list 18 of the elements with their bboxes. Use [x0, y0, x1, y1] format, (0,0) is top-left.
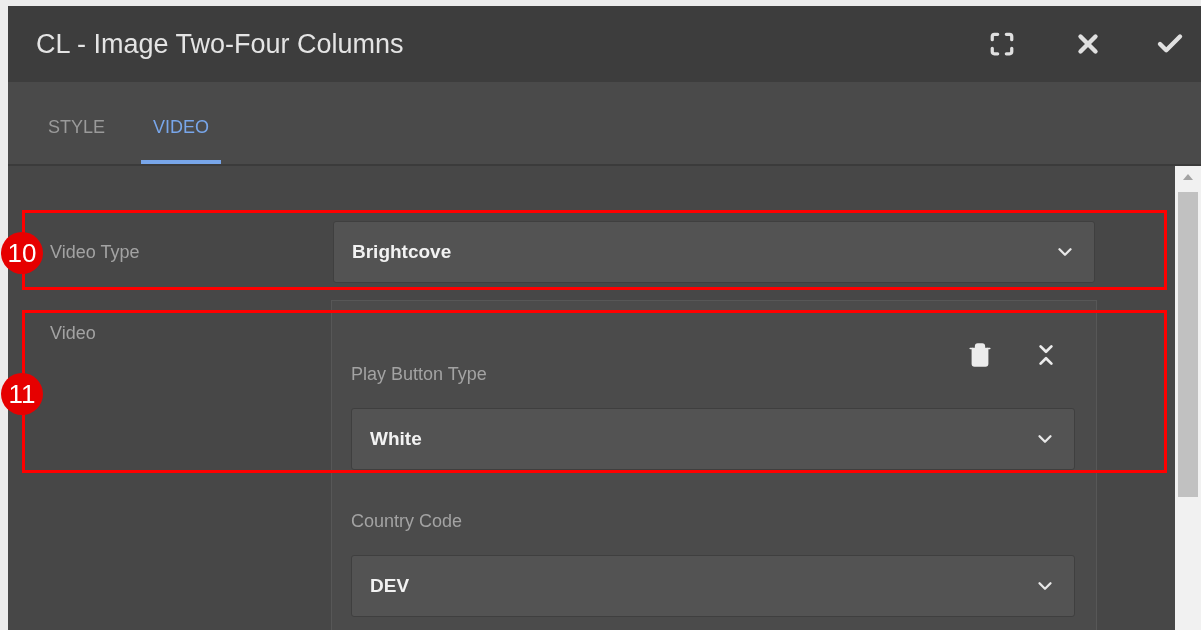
dialog-title: CL - Image Two-Four Columns [36, 27, 405, 61]
dropdown-select[interactable]: Brightcove [333, 221, 1095, 283]
select-value: Brightcove [352, 239, 452, 264]
scrollbar[interactable] [1175, 166, 1201, 630]
field-label: Video [50, 322, 97, 345]
dropdown-select[interactable]: DEV [351, 555, 1075, 617]
scrollbar-thumb[interactable] [1178, 192, 1198, 497]
field-label: Play Button Type [351, 363, 488, 386]
fullscreen-icon[interactable] [989, 31, 1015, 57]
field-label: Country Code [351, 510, 464, 533]
callout-badge: 11 [1, 373, 43, 415]
callout-badge: 10 [1, 232, 43, 274]
select-value: DEV [370, 573, 410, 598]
tab[interactable]: VIDEO [141, 114, 222, 164]
dropdown-select[interactable]: White [351, 408, 1075, 470]
field-label: Video Type [50, 240, 141, 264]
select-value: White [370, 426, 422, 451]
trash-icon[interactable] [967, 341, 993, 369]
